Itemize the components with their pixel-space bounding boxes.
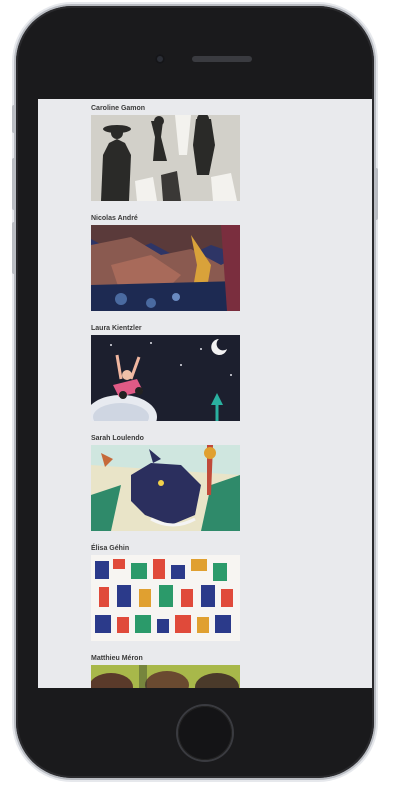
artist-name[interactable]: Caroline Gamon (91, 103, 240, 115)
artwork-image (91, 445, 240, 531)
artwork-image (91, 115, 240, 201)
artwork-thumbnail[interactable] (91, 115, 240, 201)
volume-up-button[interactable] (12, 158, 16, 210)
artwork-thumbnail[interactable] (91, 445, 240, 531)
artwork-image (91, 665, 240, 688)
gallery-item[interactable]: Laura Kientzler (91, 323, 240, 421)
home-button-icon[interactable] (178, 706, 232, 760)
gallery-item[interactable]: Nicolas André (91, 213, 240, 311)
front-camera-icon (155, 54, 165, 64)
artist-name[interactable]: Élisa Géhin (91, 543, 240, 555)
artwork-thumbnail[interactable] (91, 555, 240, 641)
volume-down-button[interactable] (12, 222, 16, 274)
artist-name[interactable]: Matthieu Méron (91, 653, 240, 665)
artist-name[interactable]: Laura Kientzler (91, 323, 240, 335)
artwork-image (91, 555, 240, 641)
gallery-item[interactable]: Caroline Gamon (91, 103, 240, 201)
gallery-item[interactable]: Élisa Géhin (91, 543, 240, 641)
gallery-item[interactable]: Sarah Loulendo (91, 433, 240, 531)
earpiece-speaker-icon (192, 56, 252, 62)
mute-switch[interactable] (12, 105, 16, 133)
gallery-item[interactable]: Matthieu Méron (91, 653, 240, 688)
artwork-image (91, 225, 240, 311)
screen: Caroline Gamon Nicolas André Laura Kient… (38, 99, 372, 688)
artwork-image (91, 335, 240, 421)
power-button[interactable] (374, 168, 378, 220)
artist-name[interactable]: Sarah Loulendo (91, 433, 240, 445)
artwork-thumbnail[interactable] (91, 225, 240, 311)
artwork-thumbnail[interactable] (91, 335, 240, 421)
artwork-thumbnail[interactable] (91, 665, 240, 688)
artist-name[interactable]: Nicolas André (91, 213, 240, 225)
